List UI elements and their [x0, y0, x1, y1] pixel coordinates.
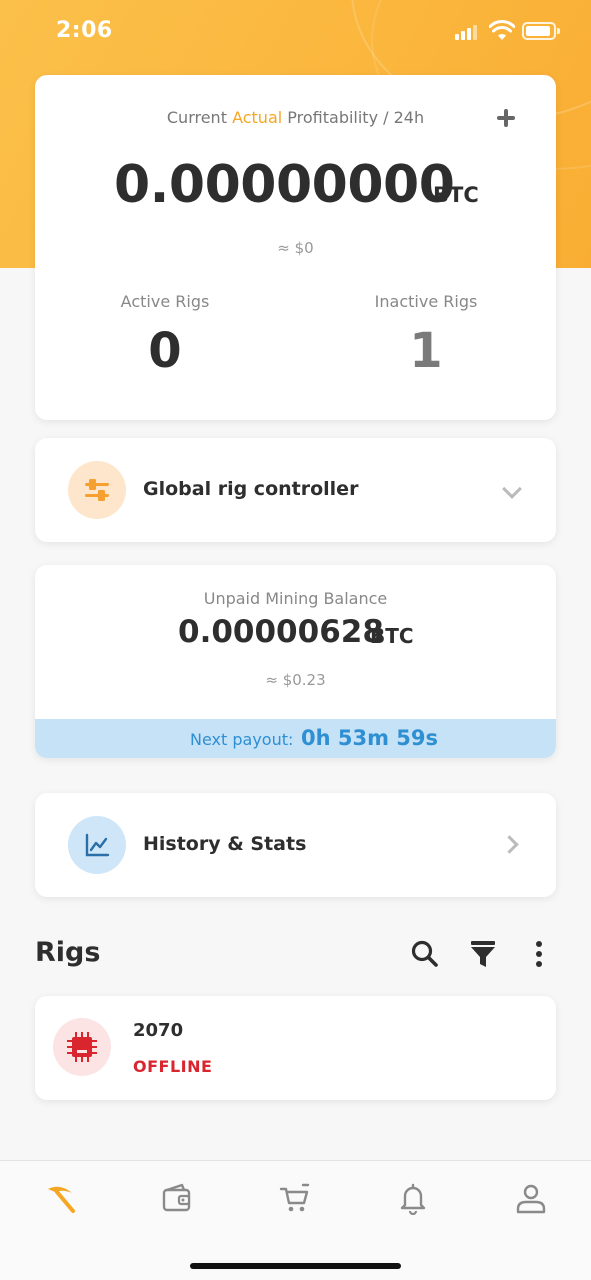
history-title: History & Stats	[143, 833, 307, 855]
user-icon[interactable]	[514, 1181, 548, 1215]
wallet-icon[interactable]	[160, 1181, 194, 1215]
chart-line-icon	[68, 816, 126, 874]
status-bar: 2:06	[0, 0, 591, 64]
next-payout-bar: Next payout: 0h 53m 59s	[35, 719, 556, 758]
caption-accent[interactable]: Actual	[232, 108, 282, 127]
active-rigs-count: 0	[148, 323, 182, 379]
wifi-icon	[489, 20, 515, 40]
balance-label: Unpaid Mining Balance	[203, 589, 388, 608]
history-stats-row[interactable]: History & Stats	[35, 793, 556, 897]
rig-status-badge: OFFLINE	[133, 1057, 213, 1076]
more-vertical-icon[interactable]	[523, 938, 555, 970]
balance-value: 0.00000628	[178, 614, 384, 650]
home-indicator	[190, 1263, 401, 1269]
profitability-fiat: ≈ $0	[277, 239, 314, 257]
inactive-rigs-label: Inactive Rigs	[374, 292, 478, 311]
filter-icon[interactable]	[467, 938, 499, 970]
add-button[interactable]	[494, 106, 518, 130]
pickaxe-icon[interactable]	[43, 1181, 77, 1215]
search-icon[interactable]	[409, 938, 441, 970]
payout-countdown: 0h 53m 59s	[301, 726, 439, 750]
profitability-value: 0.00000000	[114, 155, 455, 215]
cellular-signal-icon	[455, 24, 481, 40]
caption-prefix: Current	[166, 108, 233, 127]
profitability-caption: Current Actual Profitability / 24h	[35, 108, 556, 127]
inactive-rigs-count: 1	[409, 323, 443, 379]
balance-unit: BTC	[370, 624, 414, 648]
active-rigs-label: Active Rigs	[120, 292, 210, 311]
bottom-tab-bar	[0, 1160, 591, 1280]
payout-label: Next payout:	[190, 730, 294, 749]
global-rig-controller[interactable]: Global rig controller	[35, 438, 556, 542]
controller-title: Global rig controller	[143, 478, 359, 500]
sliders-icon	[68, 461, 126, 519]
unpaid-balance-card: Unpaid Mining Balance 0.00000628 BTC ≈ $…	[35, 565, 556, 758]
balance-fiat: ≈ $0.23	[265, 671, 326, 689]
battery-icon	[522, 22, 560, 40]
status-time: 2:06	[56, 18, 113, 43]
chevron-down-icon[interactable]	[502, 479, 522, 499]
caption-suffix: Profitability / 24h	[282, 108, 425, 127]
chevron-right-icon	[500, 835, 519, 854]
chip-icon	[53, 1018, 111, 1076]
rig-name: 2070	[133, 1020, 184, 1041]
profitability-card: Current Actual Profitability / 24h 0.000…	[35, 75, 556, 420]
rigs-section-title: Rigs	[35, 937, 101, 968]
rig-list-item[interactable]: 2070 OFFLINE	[35, 996, 556, 1100]
profitability-unit: BTC	[433, 183, 479, 207]
cart-icon[interactable]	[277, 1181, 311, 1215]
bell-icon[interactable]	[396, 1181, 430, 1215]
